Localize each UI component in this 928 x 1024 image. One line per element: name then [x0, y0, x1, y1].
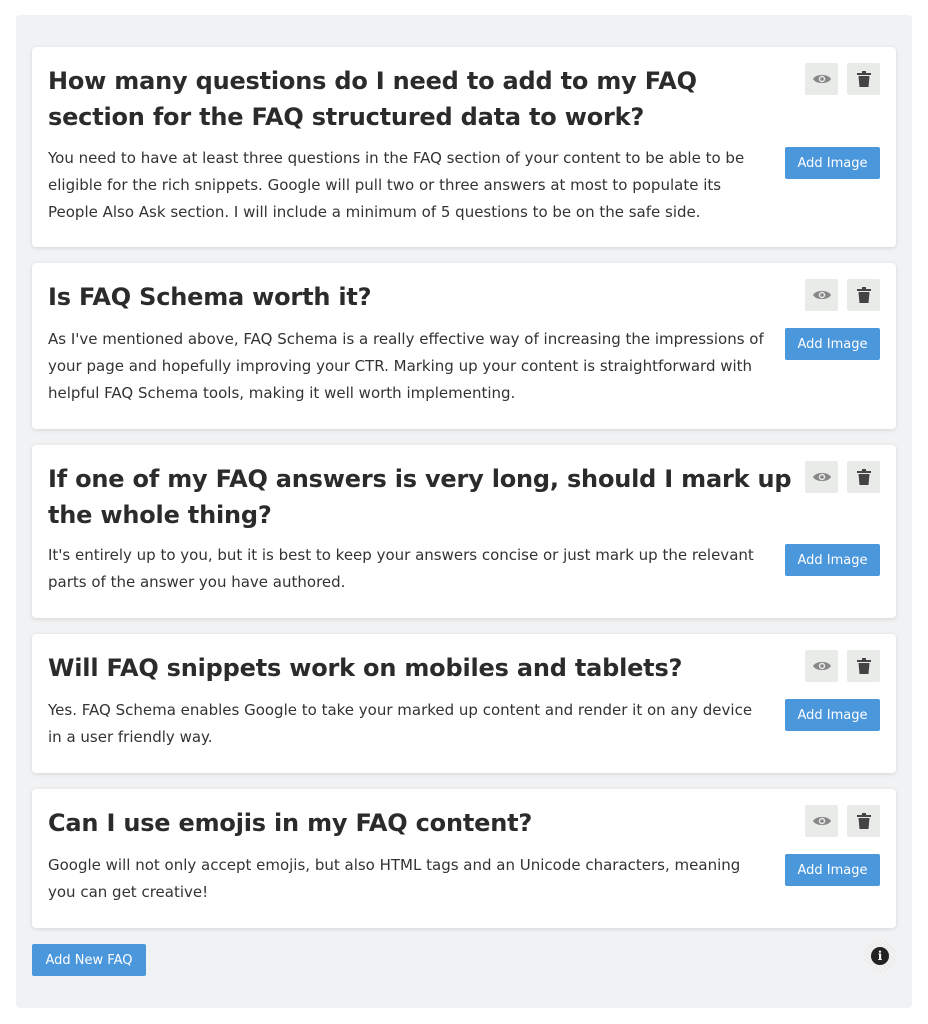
trash-icon [856, 469, 871, 485]
trash-icon [856, 813, 871, 829]
faq-item: Can I use emojis in my FAQ content? Goog… [32, 789, 896, 928]
eye-icon [812, 74, 831, 84]
faq-question[interactable]: Will FAQ snippets work on mobiles and ta… [48, 650, 796, 686]
faq-question[interactable]: How many questions do I need to add to m… [48, 63, 796, 135]
delete-faq-button[interactable] [847, 279, 880, 311]
eye-icon [812, 472, 831, 482]
faq-item: If one of my FAQ answers is very long, s… [32, 445, 896, 618]
faq-answer[interactable]: It's entirely up to you, but it is best … [48, 542, 768, 596]
info-icon: i [871, 947, 889, 965]
trash-icon [856, 71, 871, 87]
faq-answer[interactable]: Yes. FAQ Schema enables Google to take y… [48, 697, 768, 751]
add-new-faq-button[interactable]: Add New FAQ [32, 944, 146, 976]
faq-answer[interactable]: As I've mentioned above, FAQ Schema is a… [48, 326, 768, 407]
faq-item: Is FAQ Schema worth it? As I've mentione… [32, 263, 896, 429]
toggle-visibility-button[interactable] [805, 461, 838, 493]
toggle-visibility-button[interactable] [805, 63, 838, 95]
faq-item: How many questions do I need to add to m… [32, 47, 896, 247]
delete-faq-button[interactable] [847, 650, 880, 682]
toggle-visibility-button[interactable] [805, 650, 838, 682]
faq-answer[interactable]: Google will not only accept emojis, but … [48, 852, 768, 906]
add-image-button[interactable]: Add Image [785, 544, 880, 576]
faq-question[interactable]: Is FAQ Schema worth it? [48, 279, 796, 315]
trash-icon [856, 658, 871, 674]
faq-answer[interactable]: You need to have at least three question… [48, 145, 768, 226]
trash-icon [856, 287, 871, 303]
toggle-visibility-button[interactable] [805, 279, 838, 311]
add-image-button[interactable]: Add Image [785, 854, 880, 886]
info-button[interactable]: i [864, 940, 896, 972]
faq-question[interactable]: If one of my FAQ answers is very long, s… [48, 461, 796, 533]
faq-item: Will FAQ snippets work on mobiles and ta… [32, 634, 896, 773]
delete-faq-button[interactable] [847, 805, 880, 837]
add-image-button[interactable]: Add Image [785, 699, 880, 731]
eye-icon [812, 290, 831, 300]
add-image-button[interactable]: Add Image [785, 147, 880, 179]
eye-icon [812, 816, 831, 826]
delete-faq-button[interactable] [847, 461, 880, 493]
add-image-button[interactable]: Add Image [785, 328, 880, 360]
delete-faq-button[interactable] [847, 63, 880, 95]
toggle-visibility-button[interactable] [805, 805, 838, 837]
faq-question[interactable]: Can I use emojis in my FAQ content? [48, 805, 796, 841]
eye-icon [812, 661, 831, 671]
